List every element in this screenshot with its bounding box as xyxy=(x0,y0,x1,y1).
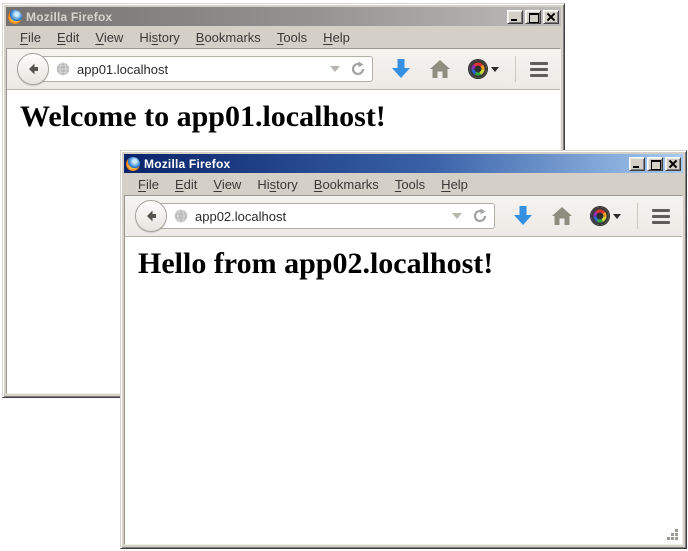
reload-icon[interactable] xyxy=(350,61,366,77)
color-wheel-icon xyxy=(469,60,487,78)
hamburger-menu-button[interactable] xyxy=(652,209,670,224)
menu-item-tools[interactable]: Tools xyxy=(387,175,433,194)
back-arrow-icon xyxy=(25,61,41,77)
firefox-logo-icon xyxy=(8,10,22,24)
menu-item-history[interactable]: History xyxy=(131,28,187,47)
download-arrow-icon xyxy=(513,205,533,227)
window-title: Mozilla Firefox xyxy=(26,10,112,24)
menu-item-file[interactable]: File xyxy=(12,28,49,47)
addon-button[interactable] xyxy=(469,60,499,78)
menu-item-view[interactable]: View xyxy=(205,175,249,194)
download-button[interactable] xyxy=(391,58,411,80)
addon-button[interactable] xyxy=(591,207,621,225)
menu-item-bookmarks[interactable]: Bookmarks xyxy=(306,175,387,194)
menu-item-help[interactable]: Help xyxy=(315,28,358,47)
chevron-down-icon xyxy=(491,67,499,72)
toolbar-separator xyxy=(515,56,516,82)
firefox-logo-icon xyxy=(126,157,140,171)
home-icon xyxy=(429,59,451,79)
address-text[interactable]: app02.localhost xyxy=(195,209,446,224)
download-button[interactable] xyxy=(513,205,533,227)
toolbar-separator xyxy=(637,203,638,229)
menu-item-file[interactable]: File xyxy=(130,175,167,194)
close-button[interactable] xyxy=(543,10,559,24)
window-title: Mozilla Firefox xyxy=(144,157,230,171)
navigation-toolbar: app01.localhost xyxy=(7,49,560,90)
globe-icon xyxy=(174,209,188,223)
menu-item-history[interactable]: History xyxy=(249,175,305,194)
download-arrow-icon xyxy=(391,58,411,80)
hamburger-menu-button[interactable] xyxy=(530,62,548,77)
window-controls xyxy=(505,10,559,24)
menu-item-tools[interactable]: Tools xyxy=(269,28,315,47)
window-controls xyxy=(627,157,681,171)
menu-item-help[interactable]: Help xyxy=(433,175,476,194)
color-wheel-icon xyxy=(591,207,609,225)
url-bar[interactable]: app02.localhost xyxy=(151,203,495,229)
chevron-down-icon[interactable] xyxy=(452,213,462,219)
page-heading: Welcome to app01.localhost! xyxy=(20,100,560,134)
menu-item-edit[interactable]: Edit xyxy=(49,28,87,47)
menu-item-edit[interactable]: Edit xyxy=(167,175,205,194)
browser-client-area: app02.localhost xyxy=(124,195,683,545)
close-button[interactable] xyxy=(665,157,681,171)
back-button[interactable] xyxy=(17,53,49,85)
chevron-down-icon xyxy=(613,214,621,219)
address-text[interactable]: app01.localhost xyxy=(77,62,324,77)
menu-item-bookmarks[interactable]: Bookmarks xyxy=(188,28,269,47)
navigation-toolbar: app02.localhost xyxy=(125,196,682,237)
url-bar[interactable]: app01.localhost xyxy=(33,56,373,82)
maximize-button[interactable] xyxy=(647,157,663,171)
resize-grip[interactable] xyxy=(667,529,680,542)
browser-window-app02[interactable]: Mozilla Firefox File Edit View History B… xyxy=(120,150,687,549)
chevron-down-icon[interactable] xyxy=(330,66,340,72)
menu-item-view[interactable]: View xyxy=(87,28,131,47)
back-button[interactable] xyxy=(135,200,167,232)
page-heading: Hello from app02.localhost! xyxy=(138,247,682,281)
home-button[interactable] xyxy=(429,59,451,79)
minimize-button[interactable] xyxy=(629,157,645,171)
menu-bar: File Edit View History Bookmarks Tools H… xyxy=(124,173,683,195)
back-arrow-icon xyxy=(143,208,159,224)
titlebar[interactable]: Mozilla Firefox xyxy=(124,154,683,173)
minimize-button[interactable] xyxy=(507,10,523,24)
menu-bar: File Edit View History Bookmarks Tools H… xyxy=(6,26,561,48)
globe-icon xyxy=(56,62,70,76)
home-icon xyxy=(551,206,573,226)
maximize-button[interactable] xyxy=(525,10,541,24)
reload-icon[interactable] xyxy=(472,208,488,224)
titlebar[interactable]: Mozilla Firefox xyxy=(6,7,561,26)
page-content: Hello from app02.localhost! xyxy=(125,237,682,544)
home-button[interactable] xyxy=(551,206,573,226)
